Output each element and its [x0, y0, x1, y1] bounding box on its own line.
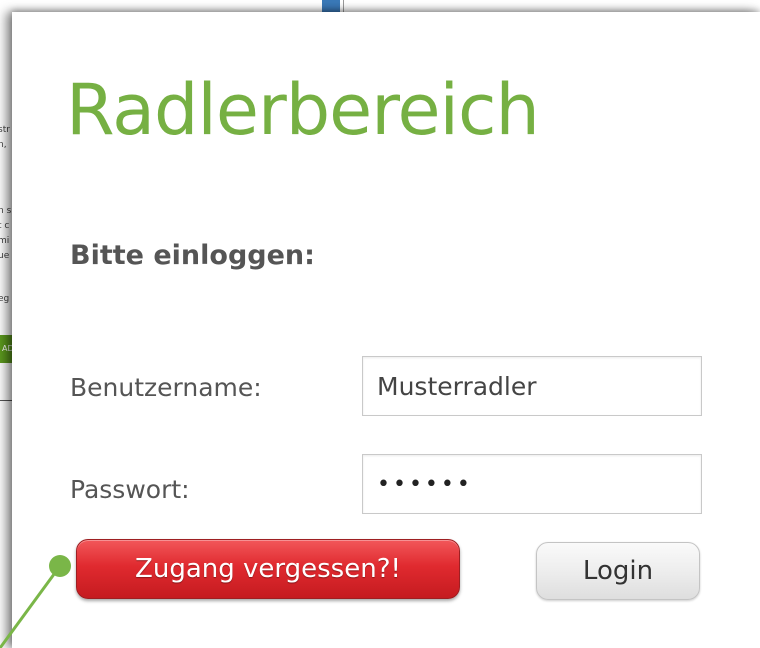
password-input[interactable]	[362, 454, 702, 514]
login-prompt: Bitte einloggen:	[70, 240, 315, 271]
background-text-fragment: n s	[0, 206, 12, 216]
username-label: Benutzername:	[70, 373, 262, 402]
background-text-fragment: str	[0, 125, 10, 135]
background-text-fragment: eg	[0, 294, 10, 304]
background-text-fragment: ue	[0, 251, 10, 261]
background-text-fragment: mi	[0, 236, 10, 246]
login-panel: Radlerbereich Bitte einloggen: Benutzern…	[12, 12, 760, 648]
screenshot: str n, n s t c mi ue eg AD Radlerbereich…	[0, 0, 760, 648]
username-input[interactable]	[362, 356, 702, 416]
background-text-fragment: t c	[0, 221, 10, 231]
forgot-access-button[interactable]: Zugang vergessen?!	[76, 539, 460, 599]
page-title: Radlerbereich	[66, 69, 540, 151]
background-text-fragment: n,	[0, 140, 7, 150]
password-label: Passwort:	[70, 475, 190, 504]
login-button[interactable]: Login	[536, 542, 700, 600]
